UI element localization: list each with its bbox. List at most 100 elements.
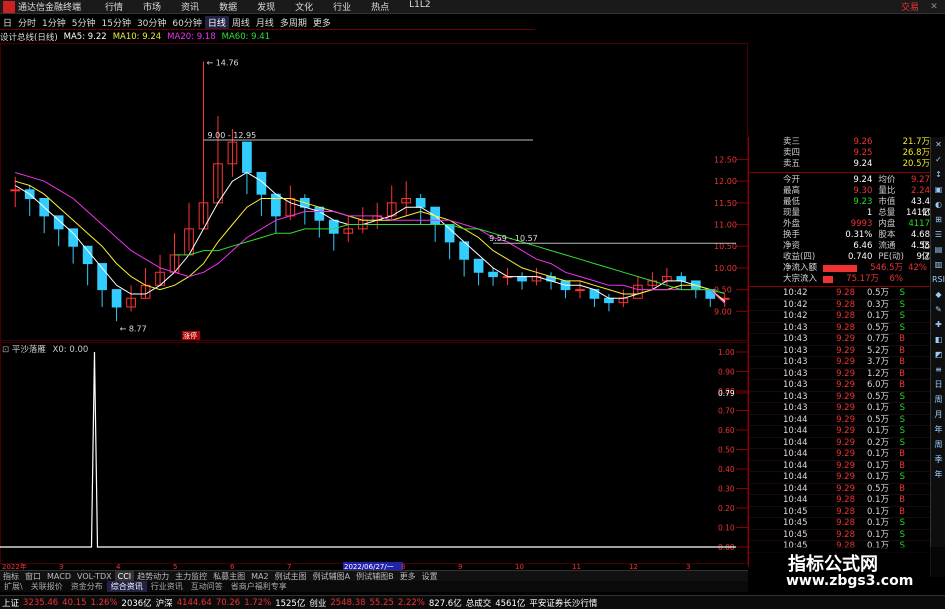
indicator-tab[interactable]: 例试辅图A (310, 571, 353, 581)
indicator-tab[interactable]: 趋势动力 (134, 571, 172, 581)
side-tool-icon[interactable]: 季 (932, 453, 945, 466)
ask-label: 卖四 (783, 148, 801, 158)
menu-item[interactable]: 市场 (133, 0, 171, 13)
period-tab[interactable]: 周线 (229, 16, 253, 29)
tick-volume: 3.7万 (866, 357, 889, 367)
tick-price: 9.29 (836, 483, 855, 494)
menu-item[interactable]: 行业 (323, 0, 361, 13)
info-tab[interactable]: 资金分布 (67, 581, 107, 592)
menu-item[interactable]: 热点 (361, 0, 399, 13)
news-ticker[interactable]: 平安证券长沙行情 (527, 597, 599, 609)
indicator-tab[interactable]: 更多 (397, 571, 419, 581)
period-tab[interactable]: 15分钟 (99, 16, 134, 29)
period-tab[interactable]: 1分钟 (39, 16, 69, 29)
trade-button[interactable]: 交易 (901, 0, 919, 13)
tick-time: 10:42 (783, 311, 808, 321)
date-axis-label: 2022/06/27/一 (344, 563, 394, 570)
side-tool-icon[interactable]: 日 (932, 378, 945, 391)
period-tab[interactable]: 更多 (310, 16, 334, 29)
side-tool-icon[interactable]: ↕ (932, 168, 945, 181)
info-tab[interactable]: 综合资讯 (106, 581, 147, 592)
side-tool-icon[interactable]: ◆ (932, 288, 945, 301)
ind-axis-label: 0.30 (718, 485, 735, 494)
side-tool-icon[interactable]: 月 (932, 408, 945, 421)
info-tab[interactable]: 关联报价 (27, 581, 67, 592)
tick-price: 9.29 (836, 437, 855, 448)
period-tab[interactable]: 60分钟 (169, 16, 204, 29)
menu-item[interactable]: 文化 (285, 0, 323, 13)
stat-label: 股本 (878, 230, 896, 240)
flow-pct: 6% (889, 274, 904, 284)
info-tab[interactable]: 扩展\ (0, 581, 27, 592)
tick-time: 10:44 (783, 495, 808, 505)
info-tabs: 扩展\ 关联报价 资金分布 综合资讯 行业资讯 互动问答 省商户福利专享 (0, 581, 748, 592)
side-tool-icon[interactable]: ◩ (932, 348, 945, 361)
side-tool-icon[interactable]: ◐ (932, 198, 945, 211)
tick-time: 10:44 (783, 460, 808, 471)
side-tool-icon[interactable]: 年 (932, 423, 945, 436)
side-tool-icon[interactable]: ✎ (932, 303, 945, 316)
indicator-tab[interactable]: 私募主图 (210, 571, 248, 581)
index-value: 2548.38 (330, 597, 366, 608)
divider (749, 286, 930, 287)
indicator-tab[interactable]: VOL-TDX (74, 571, 115, 581)
side-tool-icon[interactable]: ✕ (932, 138, 945, 151)
period-tab[interactable]: 日 (0, 16, 15, 29)
menu-item[interactable]: 行情 (95, 0, 133, 13)
side-tool-icon[interactable]: ✚ (932, 318, 945, 331)
period-tab[interactable]: 30分钟 (134, 16, 169, 29)
side-tool-icon[interactable]: ◧ (932, 333, 945, 346)
side-tool-icon[interactable]: ≡ (932, 363, 945, 376)
stat-value: 0.740 (848, 252, 873, 262)
ma10-value: MA10: 9.24 (112, 32, 162, 42)
kline-chart[interactable]: 12.5012.0011.5011.0010.5010.009.509.00← … (0, 43, 748, 341)
side-tool-icon[interactable]: ⊞ (932, 213, 945, 226)
index-change: 40.15 (62, 597, 87, 608)
ind-axis-label: 0.50 (718, 446, 735, 455)
period-tab[interactable]: 多周期 (277, 16, 310, 29)
chart-name: 设计总线(日线) (0, 33, 58, 43)
indicator-tab[interactable]: 例试辅图B (353, 571, 397, 581)
period-tab[interactable]: 分时 (15, 16, 39, 29)
side-tool-icon[interactable]: ▤ (932, 243, 945, 256)
side-tool-icon[interactable]: RSI (932, 273, 945, 286)
indicator-tab[interactable]: 例试主图 (272, 571, 310, 581)
side-tool-icon[interactable]: ▥ (932, 258, 945, 271)
indicator-frame (0, 342, 748, 564)
stat-row: 净资 6.46 流通 4.55亿 (749, 241, 930, 262)
menu-item[interactable]: 资讯 (171, 0, 209, 13)
tick-price: 9.28 (836, 322, 855, 333)
side-tool-icon[interactable]: 周 (932, 438, 945, 451)
price-axis-label: 9.00 (714, 307, 732, 316)
menu-item[interactable]: L1L2 (399, 0, 440, 13)
side-tool-icon[interactable]: ✓ (932, 153, 945, 166)
indicator-tab[interactable]: 主力监控 (172, 571, 210, 581)
indicator-tab[interactable]: 窗口 (22, 571, 44, 581)
info-tab[interactable]: 互动问答 (187, 581, 227, 592)
indicator-tab[interactable]: MACD (44, 571, 74, 581)
side-tool-icon[interactable]: 周 (932, 393, 945, 406)
flow-pct: 42% (908, 263, 927, 273)
indicator-tab[interactable]: 设置 (419, 571, 441, 581)
close-icon[interactable]: ✕ (927, 2, 941, 12)
indicator-value: X0: 0.00 (52, 345, 89, 355)
side-tool-icon[interactable]: ▣ (932, 183, 945, 196)
period-tab[interactable]: 月线 (253, 16, 277, 29)
side-tool-icon[interactable]: ☰ (932, 228, 945, 241)
period-tab[interactable]: 日线 (204, 15, 229, 29)
side-tool-icon[interactable]: 年 (932, 468, 945, 481)
indicator-chart[interactable]: 1.000.900.800.790.700.600.500.400.300.20… (0, 342, 748, 564)
indicator-tab[interactable]: MA2 (248, 571, 271, 581)
info-tab[interactable]: 省商户福利专享 (227, 581, 291, 592)
info-tab[interactable]: 行业资讯 (147, 581, 187, 592)
period-tab[interactable]: 5分钟 (69, 16, 99, 29)
stat-value: 43.4亿 (911, 197, 930, 218)
menu-item[interactable]: 发现 (247, 0, 285, 13)
tick-side: S (899, 391, 905, 402)
tick-side: S (899, 472, 905, 482)
indicator-tab[interactable]: CCI (114, 571, 135, 581)
date-axis-label: 9 (458, 563, 462, 570)
indicator-tab[interactable]: 指标 (0, 571, 22, 581)
menu-item[interactable]: 数据 (209, 0, 247, 13)
candle-body (488, 271, 498, 278)
